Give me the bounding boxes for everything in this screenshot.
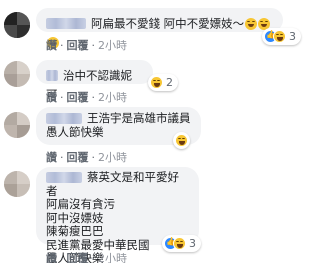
like-button[interactable]: 讚 bbox=[46, 91, 57, 104]
commenter-name-blurred[interactable] bbox=[46, 18, 86, 29]
comment-text: 阿扁最不愛錢 阿中不愛嫖妓～ bbox=[91, 16, 245, 31]
comment-line: 阿扁沒有貪污 bbox=[46, 197, 115, 211]
comment-actions: 讚 · 回覆 · 2小時 bbox=[46, 151, 127, 164]
reaction-summary[interactable] bbox=[173, 132, 190, 149]
avatar[interactable] bbox=[4, 12, 30, 38]
comment-line: 阿中沒嫖妓 bbox=[46, 210, 104, 225]
comment-bubble: 治中不認識妮可 bbox=[36, 60, 153, 102]
avatar[interactable] bbox=[4, 112, 30, 138]
comment-bubble: 蔡英文是和平愛好者 阿扁沒有貪污 阿中沒嫖妓 陳菊瘦巴巴 民進黨最愛中華民國 愚… bbox=[36, 167, 199, 263]
like-button[interactable]: 讚 bbox=[46, 39, 57, 52]
reaction-count: 3 bbox=[189, 237, 196, 250]
reaction-summary[interactable]: 3 bbox=[162, 235, 201, 252]
reaction-summary[interactable]: 2 bbox=[148, 74, 178, 91]
reaction-count: 2 bbox=[166, 76, 173, 89]
timestamp[interactable]: 2小時 bbox=[98, 252, 127, 263]
comment-bubble: 阿扁最不愛錢 阿中不愛嫖妓～ bbox=[36, 8, 283, 49]
timestamp[interactable]: 2小時 bbox=[98, 39, 127, 52]
comment-line: 王浩宇是高雄市議員 bbox=[87, 111, 191, 125]
haha-icon bbox=[273, 30, 286, 43]
comment-line: 愚人節快樂 bbox=[46, 124, 104, 139]
avatar[interactable] bbox=[4, 61, 30, 87]
comment-actions: 讚 · 回覆 · 2小時 bbox=[46, 91, 127, 104]
haha-icon bbox=[175, 134, 188, 147]
laughing-tears-emoji bbox=[245, 17, 258, 30]
timestamp[interactable]: 2小時 bbox=[98, 151, 127, 164]
haha-icon bbox=[173, 237, 186, 250]
reply-button[interactable]: 回覆 bbox=[67, 39, 89, 52]
timestamp[interactable]: 2小時 bbox=[98, 91, 127, 104]
commenter-name-blurred[interactable] bbox=[46, 70, 58, 81]
reply-button[interactable]: 回覆 bbox=[67, 151, 89, 164]
reaction-summary[interactable]: 3 bbox=[262, 28, 301, 45]
reaction-count: 3 bbox=[289, 30, 296, 43]
commenter-name-blurred[interactable] bbox=[46, 172, 82, 183]
avatar[interactable] bbox=[4, 171, 30, 197]
like-button[interactable]: 讚 bbox=[46, 252, 57, 263]
commenter-name-blurred[interactable] bbox=[46, 113, 82, 124]
haha-icon bbox=[150, 76, 163, 89]
reply-button[interactable]: 回覆 bbox=[67, 91, 89, 104]
comment-actions: 讚 · 回覆 · 2小時 bbox=[46, 252, 127, 263]
like-button[interactable]: 讚 bbox=[46, 151, 57, 164]
reply-button[interactable]: 回覆 bbox=[67, 252, 89, 263]
comment-actions: 讚 · 回覆 · 2小時 bbox=[46, 39, 127, 52]
